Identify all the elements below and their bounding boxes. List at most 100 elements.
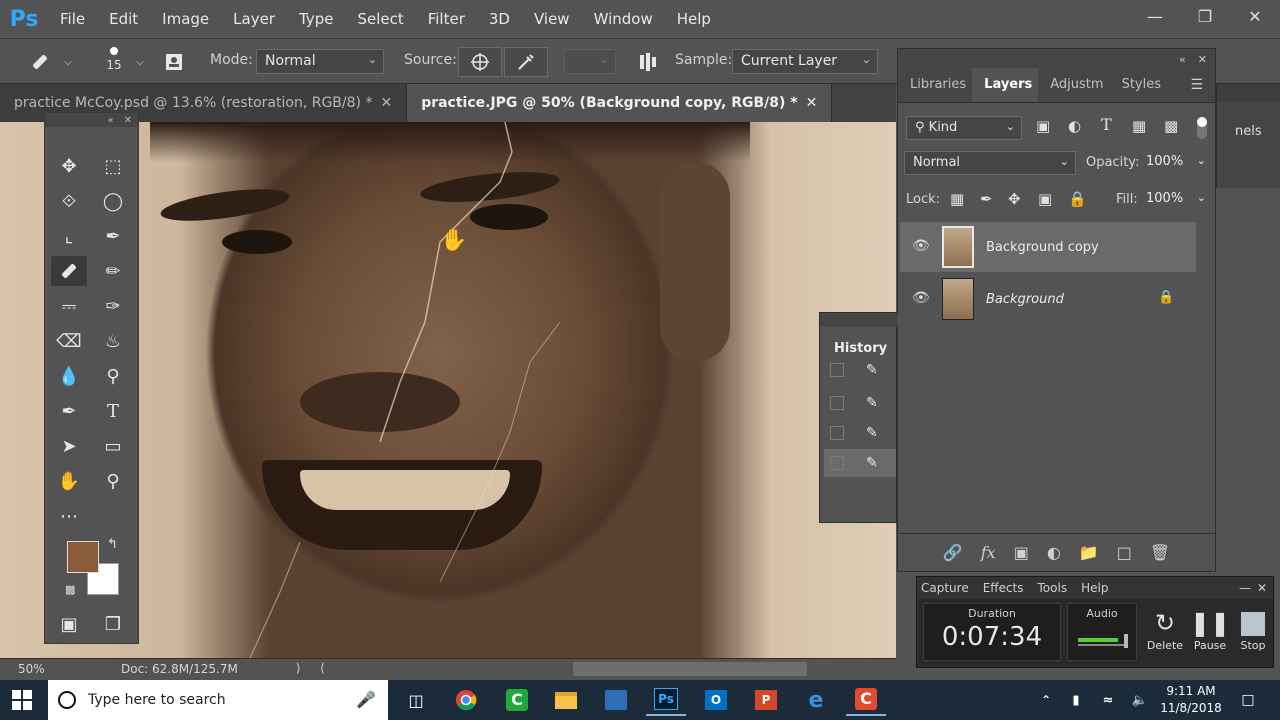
menu-layer[interactable]: Layer — [221, 0, 287, 38]
photoshop-taskbar-icon[interactable]: Ps — [646, 684, 686, 716]
restore-icon[interactable]: ❐ — [1180, 0, 1230, 32]
delete-layer-icon[interactable]: 🗑 — [1150, 543, 1170, 562]
eye-icon[interactable]: 👁 — [912, 290, 930, 306]
rectangle-tool-icon[interactable]: ▭ — [95, 431, 131, 461]
recorder-menu-help[interactable]: Help — [1081, 581, 1108, 595]
history-brush-tool-icon[interactable]: ✑ — [95, 291, 131, 321]
eraser-tool-icon[interactable]: ⌫ — [51, 326, 87, 356]
internet-explorer-icon[interactable]: e — [796, 684, 836, 716]
tool-preset-chevron-icon[interactable]: ⌵ — [52, 47, 84, 77]
pen-tool-icon[interactable]: ✒ — [51, 396, 87, 426]
close-icon[interactable]: ✕ — [806, 95, 818, 111]
taskbar-search-box[interactable]: Type here to search 🎤 — [48, 680, 388, 720]
new-group-icon[interactable]: 📁 — [1079, 543, 1099, 562]
brush-chevron-icon[interactable]: ⌵ — [124, 47, 156, 77]
dodge-tool-icon[interactable]: ⚲ — [95, 361, 131, 391]
tab-layers[interactable]: Layers — [972, 68, 1039, 102]
brush-tool-icon[interactable]: ✏ — [95, 256, 131, 286]
channels-tab-label[interactable]: nels — [1235, 124, 1262, 139]
brush-size-picker[interactable]: 15 — [106, 47, 122, 72]
menu-file[interactable]: File — [48, 0, 97, 38]
menu-type[interactable]: Type — [287, 0, 345, 38]
audio-slider-track[interactable] — [1078, 644, 1128, 646]
screen-mode-icon[interactable]: ❐ — [95, 609, 131, 639]
pause-button[interactable]: ❚❚ Pause — [1188, 607, 1232, 652]
source-sampled-icon[interactable] — [458, 47, 502, 77]
menu-3d[interactable]: 3D — [477, 0, 522, 38]
type-tool-icon[interactable]: T — [95, 396, 131, 426]
horizontal-scrollbar-thumb[interactable] — [573, 662, 807, 676]
healing-brush-tool-icon[interactable] — [51, 256, 87, 286]
add-mask-icon[interactable]: ▣ — [1014, 543, 1029, 562]
move-tool-icon[interactable]: ✥ — [51, 151, 87, 181]
clone-source-panel-icon[interactable] — [158, 47, 190, 77]
close-icon[interactable]: ✕ — [1257, 581, 1267, 595]
new-layer-icon[interactable]: □ — [1117, 543, 1132, 562]
source-pattern-icon[interactable] — [504, 47, 548, 77]
close-icon[interactable]: ✕ — [1198, 53, 1207, 66]
collapse-icon[interactable]: « — [107, 115, 113, 126]
microphone-icon[interactable]: 🎤 — [356, 690, 376, 709]
camtasia-recorder-icon[interactable]: C — [846, 684, 886, 716]
filter-shape-icon[interactable]: ▦ — [1132, 117, 1146, 135]
pattern-picker[interactable]: ⌄ — [564, 49, 616, 74]
layer-filter-select[interactable]: ⚲ Kind ⌄ — [906, 116, 1022, 140]
paint-bucket-tool-icon[interactable]: ♨ — [95, 326, 131, 356]
blend-mode-select[interactable]: Normal ⌄ — [904, 151, 1076, 175]
close-icon[interactable]: ✕ — [124, 115, 132, 126]
fill-field[interactable]: 100% ⌄ — [1146, 188, 1210, 212]
eye-icon[interactable]: 👁 — [912, 238, 930, 254]
audio-slider-handle[interactable] — [1124, 634, 1128, 648]
history-panel-title[interactable]: History — [834, 341, 887, 356]
filter-type-icon[interactable]: T — [1101, 115, 1112, 134]
history-state[interactable]: ✎ — [824, 389, 896, 417]
blur-tool-icon[interactable]: 💧 — [51, 361, 87, 391]
more-tools-icon[interactable]: ⋯ — [51, 501, 87, 531]
eyedropper-tool-icon[interactable]: ✒ — [95, 221, 131, 251]
history-state[interactable]: ✎ — [824, 363, 896, 377]
lock-image-pixels-icon[interactable]: ✒ — [980, 190, 993, 208]
chrome-icon[interactable] — [446, 684, 486, 716]
swap-colors-icon[interactable]: ↰ — [107, 537, 118, 552]
close-icon[interactable]: ✕ — [380, 95, 392, 111]
filter-smart-object-icon[interactable]: ▩ — [1164, 117, 1178, 135]
aligned-toggle-icon[interactable] — [632, 47, 664, 77]
opacity-field[interactable]: 100% ⌄ — [1146, 151, 1210, 175]
link-layers-icon[interactable]: 🔗 — [943, 543, 963, 562]
notifications-icon[interactable]: □ — [1228, 684, 1268, 716]
filter-pixel-icon[interactable]: ▣ — [1036, 117, 1050, 135]
hand-tool-icon[interactable]: ✋ — [51, 466, 87, 496]
mode-select[interactable]: Normal ⌄ — [256, 49, 384, 74]
doc-tab-practice-jpg[interactable]: practice.JPG @ 50% (Background copy, RGB… — [407, 84, 833, 122]
default-colors-icon[interactable]: ▩ — [65, 583, 75, 596]
zoom-tool-icon[interactable]: ⚲ — [95, 466, 131, 496]
lock-all-icon[interactable]: 🔒 — [1068, 190, 1087, 208]
lock-artboard-icon[interactable]: ▣ — [1038, 190, 1052, 208]
sample-select[interactable]: Current Layer ⌄ — [732, 49, 878, 74]
recorder-menu-tools[interactable]: Tools — [1038, 581, 1068, 595]
menu-select[interactable]: Select — [345, 0, 415, 38]
menu-view[interactable]: View — [522, 0, 582, 38]
delete-button[interactable]: ↻ Delete — [1143, 607, 1187, 652]
history-snapshot-checkbox[interactable] — [830, 363, 844, 377]
tab-styles[interactable]: Styles — [1110, 68, 1167, 102]
taskbar-clock[interactable]: 9:11 AM 11/8/2018 — [1158, 683, 1224, 717]
filter-adjustment-icon[interactable]: ◐ — [1068, 117, 1081, 135]
collapse-icon[interactable]: « — [1179, 53, 1186, 66]
history-snapshot-checkbox[interactable] — [830, 426, 844, 440]
minimize-icon[interactable]: — — [1130, 0, 1180, 32]
history-state[interactable]: ✎ — [824, 419, 896, 447]
lasso-tool-icon[interactable]: ⟐ — [51, 186, 87, 216]
close-icon[interactable]: ✕ — [1230, 0, 1280, 32]
file-explorer-icon[interactable] — [546, 684, 586, 716]
menu-edit[interactable]: Edit — [97, 0, 150, 38]
tab-adjustments[interactable]: Adjustm — [1038, 68, 1109, 102]
tab-libraries[interactable]: Libraries — [898, 68, 972, 102]
lock-position-icon[interactable]: ✥ — [1008, 190, 1021, 208]
volume-icon[interactable]: 🔈 — [1120, 684, 1160, 716]
layer-row-background[interactable]: 👁 Background 🔒 — [900, 274, 1196, 324]
panel-menu-icon[interactable]: ☰ — [1190, 68, 1215, 102]
clone-stamp-tool-icon[interactable]: ⎓ — [51, 291, 87, 321]
filter-toggle[interactable] — [1197, 117, 1207, 139]
outlook-icon[interactable]: O — [696, 684, 736, 716]
